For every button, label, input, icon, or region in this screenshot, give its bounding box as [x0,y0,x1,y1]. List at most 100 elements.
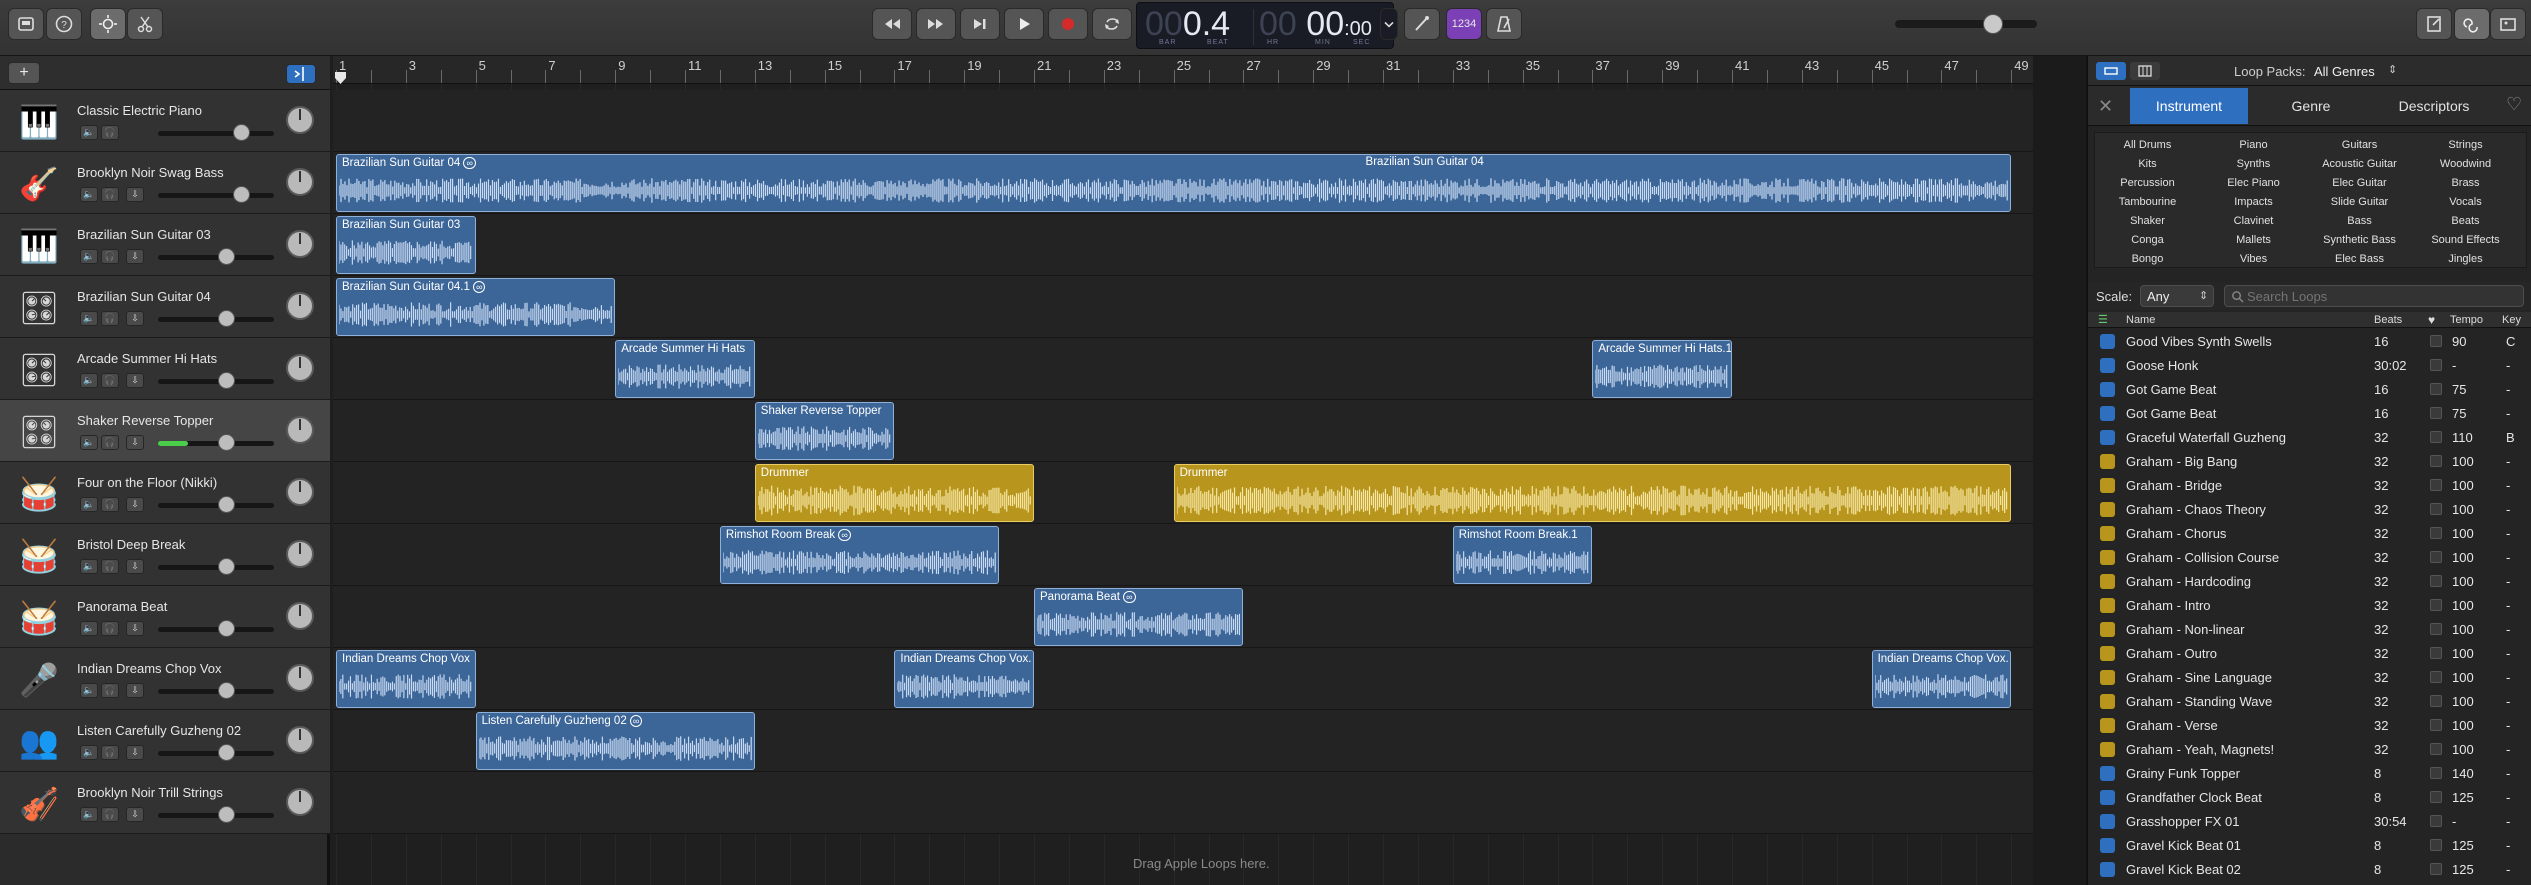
search-loops-field[interactable] [2224,285,2524,307]
track-header[interactable]: 🎸 Brooklyn Noir Swag Bass 🔈 🎧 ⇩ [0,152,330,214]
drummer-region[interactable]: Drummer [1173,464,2012,522]
favorite-checkbox[interactable] [2430,815,2442,827]
loop-row[interactable]: Graham - Yeah, Magnets! 32 100 - [2088,738,2531,762]
close-icon[interactable]: ✕ [2098,96,2113,117]
category-button[interactable]: Bongo [2095,253,2200,265]
category-button[interactable]: Piano [2201,139,2306,151]
category-button[interactable]: Mallets [2201,234,2306,246]
smart-controls-button[interactable] [90,8,126,40]
favorite-checkbox[interactable] [2430,647,2442,659]
solo-button[interactable]: 🎧 [101,621,119,636]
columns-icon[interactable]: ☰ [2098,313,2108,326]
track-name[interactable]: Listen Carefully Guzheng 02 [77,723,241,738]
track-volume-slider[interactable] [158,744,274,761]
category-button[interactable]: Acoustic Guitar [2307,158,2412,170]
favorite-checkbox[interactable] [2430,359,2442,371]
mute-button[interactable]: 🔈 [80,373,98,388]
favorite-checkbox[interactable] [2430,719,2442,731]
column-key[interactable]: Key [2502,314,2521,326]
track-name[interactable]: Shaker Reverse Topper [77,413,213,428]
loop-row[interactable]: Graham - Chorus 32 100 - [2088,522,2531,546]
category-button[interactable]: All Drums [2095,139,2200,151]
category-button[interactable]: Strings [2413,139,2518,151]
audio-region[interactable]: Brazilian Sun Guitar 04 ∞ [336,154,2012,212]
mute-button[interactable]: 🔈 [80,497,98,512]
track-header[interactable]: 🎛 Shaker Reverse Topper 🔈 🎧 ⇩ [0,400,330,462]
column-view-button[interactable] [2130,62,2160,80]
mute-button[interactable]: 🔈 [80,621,98,636]
audio-region[interactable]: Rimshot Room Break.1 [1452,526,1593,584]
category-button[interactable]: Impacts [2201,196,2306,208]
loop-browser-button[interactable] [2454,8,2490,40]
search-loops-input[interactable] [2247,288,2517,304]
solo-button[interactable]: 🎧 [101,373,119,388]
pan-knob[interactable] [286,354,314,382]
solo-button[interactable]: 🎧 [101,187,119,202]
track-name[interactable]: Bristol Deep Break [77,537,185,552]
track-volume-slider[interactable] [158,620,274,637]
mute-button[interactable]: 🔈 [80,187,98,202]
loop-row[interactable]: Gravel Kick Beat 01 8 125 - [2088,834,2531,858]
category-button[interactable]: Bass [2307,215,2412,227]
audio-region[interactable]: Indian Dreams Chop Vox [336,650,476,708]
favorite-checkbox[interactable] [2430,671,2442,683]
loop-row[interactable]: Graham - Sine Language 32 100 - [2088,666,2531,690]
category-button[interactable]: Tambourine [2095,196,2200,208]
library-button[interactable] [8,8,44,40]
category-button[interactable]: Woodwind [2413,158,2518,170]
volume-knob[interactable] [218,434,235,451]
track-volume-slider[interactable] [158,434,274,451]
volume-knob[interactable] [218,620,235,637]
pan-knob[interactable] [286,230,314,258]
category-button[interactable]: Clavinet [2201,215,2306,227]
mute-button[interactable]: 🔈 [80,311,98,326]
mute-button[interactable]: 🔈 [80,683,98,698]
category-button[interactable]: Elec Guitar [2307,177,2412,189]
solo-button[interactable]: 🎧 [101,125,119,140]
track-volume-slider[interactable] [158,248,274,265]
audio-region[interactable]: Arcade Summer Hi Hats.1 [1592,340,1732,398]
tuner-button[interactable] [1404,8,1440,40]
media-browser-button[interactable] [2490,8,2526,40]
audio-region[interactable]: Listen Carefully Guzheng 02 ∞ [475,712,755,770]
category-button[interactable]: Brass [2413,177,2518,189]
volume-knob[interactable] [218,248,235,265]
category-button[interactable]: Vocals [2413,196,2518,208]
track-name[interactable]: Brazilian Sun Guitar 04 [77,289,211,304]
volume-knob[interactable] [218,310,235,327]
pan-knob[interactable] [286,168,314,196]
loop-row[interactable]: Grainy Funk Topper 8 140 - [2088,762,2531,786]
pan-knob[interactable] [286,292,314,320]
category-button[interactable]: Elec Bass [2307,253,2412,265]
category-button[interactable]: Vibes [2201,253,2306,265]
record-enable-button[interactable]: ⇩ [126,187,144,202]
loop-row[interactable]: Gravel Kick Beat 02 8 125 - [2088,858,2531,882]
loop-row[interactable]: Graham - Hardcoding 32 100 - [2088,570,2531,594]
category-button[interactable]: Jingles [2413,253,2518,265]
track-header[interactable]: 🥁 Four on the Floor (Nikki) 🔈 🎧 ⇩ [0,462,330,524]
scale-select[interactable]: Any ⇕ [2140,285,2214,307]
category-button[interactable]: Synthetic Bass [2307,234,2412,246]
track-name[interactable]: Arcade Summer Hi Hats [77,351,217,366]
track-header[interactable]: 🎹 Brazilian Sun Guitar 03 🔈 🎧 ⇩ [0,214,330,276]
track-lane[interactable] [333,772,2033,834]
pan-knob[interactable] [286,106,314,134]
record-enable-button[interactable]: ⇩ [126,373,144,388]
favorite-checkbox[interactable] [2430,335,2442,347]
loop-packs-select[interactable]: All Genres [2314,64,2375,79]
loop-row[interactable]: Graham - Verse 32 100 - [2088,714,2531,738]
track-name[interactable]: Brooklyn Noir Swag Bass [77,165,224,180]
track-header[interactable]: 👥 Listen Carefully Guzheng 02 🔈 🎧 ⇩ [0,710,330,772]
track-volume-slider[interactable] [158,496,274,513]
solo-button[interactable]: 🎧 [101,745,119,760]
pan-knob[interactable] [286,788,314,816]
track-lane[interactable] [333,338,2033,400]
record-enable-button[interactable]: ⇩ [126,435,144,450]
record-button[interactable] [1048,8,1088,40]
drummer-region[interactable]: Drummer [754,464,1034,522]
track-volume-slider[interactable] [158,558,274,575]
track-name[interactable]: Panorama Beat [77,599,167,614]
category-button[interactable]: Percussion [2095,177,2200,189]
loop-row[interactable]: Goose Honk 30:02 - - [2088,354,2531,378]
favorite-checkbox[interactable] [2430,479,2442,491]
